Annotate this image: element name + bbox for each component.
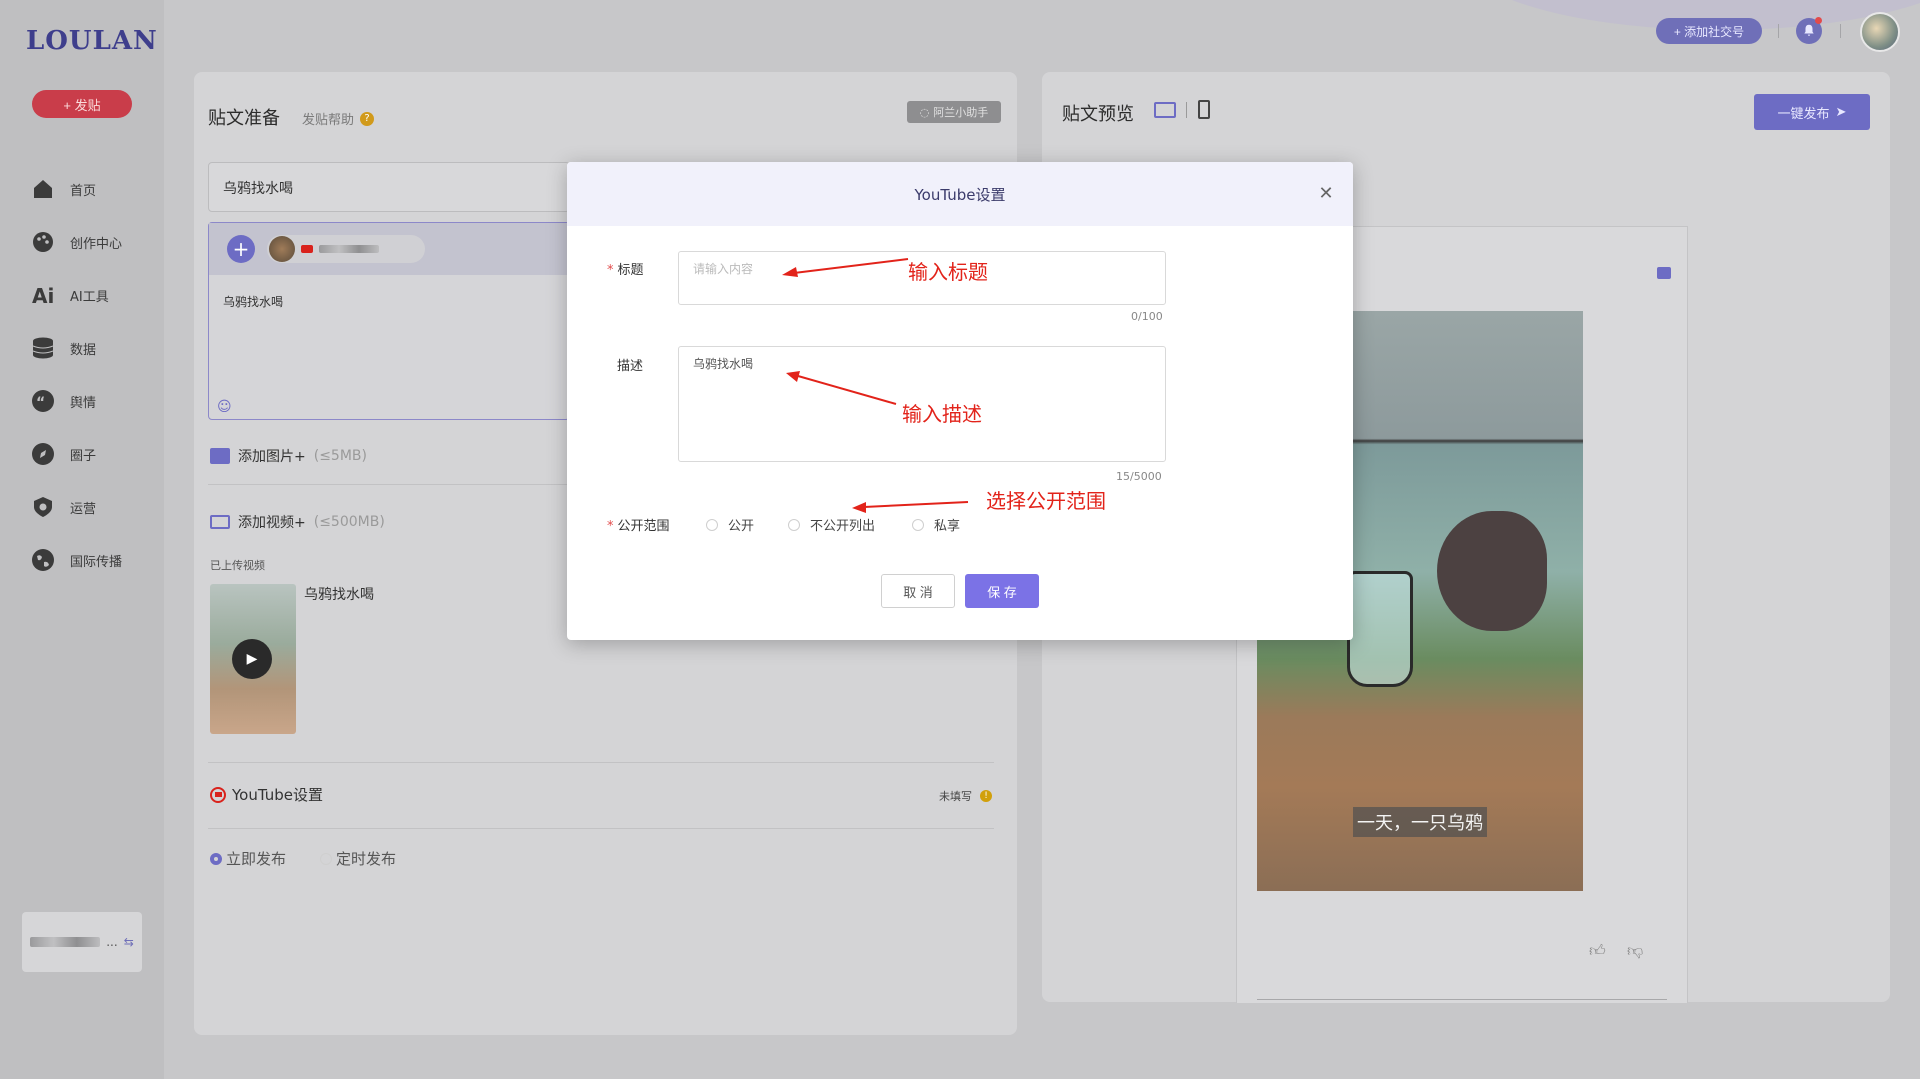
description-value: 乌鸦找水喝 [693,357,754,371]
title-field-label: * 标题 [607,263,644,278]
visibility-private-radio[interactable]: 私享 [912,515,960,534]
title-char-count: 0/100 [1131,310,1163,323]
close-icon[interactable]: ✕ [1317,183,1335,204]
annotation-title-hint: 输入标题 [908,260,988,284]
radio-unchecked-icon [706,518,718,531]
save-button[interactable]: 保 存 [965,574,1039,608]
dialog-header: YouTube设置 ✕ [567,162,1353,226]
annotation-arrow-title [782,258,909,277]
visibility-unlisted-radio[interactable]: 不公开列出 [788,515,875,534]
radio-unchecked-icon [912,518,924,531]
radio-unchecked-icon [788,518,800,531]
dialog-title: YouTube设置 [914,185,1006,204]
description-field-label: 描述 [617,359,644,374]
description-char-count: 15/5000 [1116,470,1162,483]
visibility-private-label: 私享 [934,519,961,534]
cancel-button[interactable]: 取 消 [881,574,955,608]
visibility-field-label: * 公开范围 [607,519,670,534]
title-placeholder: 请输入内容 [693,262,754,276]
visibility-unlisted-label: 不公开列出 [810,519,876,534]
annotation-arrow-visibility [852,501,969,513]
annotation-visibility-hint: 选择公开范围 [986,489,1106,513]
annotation-description-hint: 输入描述 [902,402,982,426]
annotation-arrow-description [786,371,897,405]
visibility-public-label: 公开 [728,519,755,534]
visibility-public-radio[interactable]: 公开 [706,515,754,534]
